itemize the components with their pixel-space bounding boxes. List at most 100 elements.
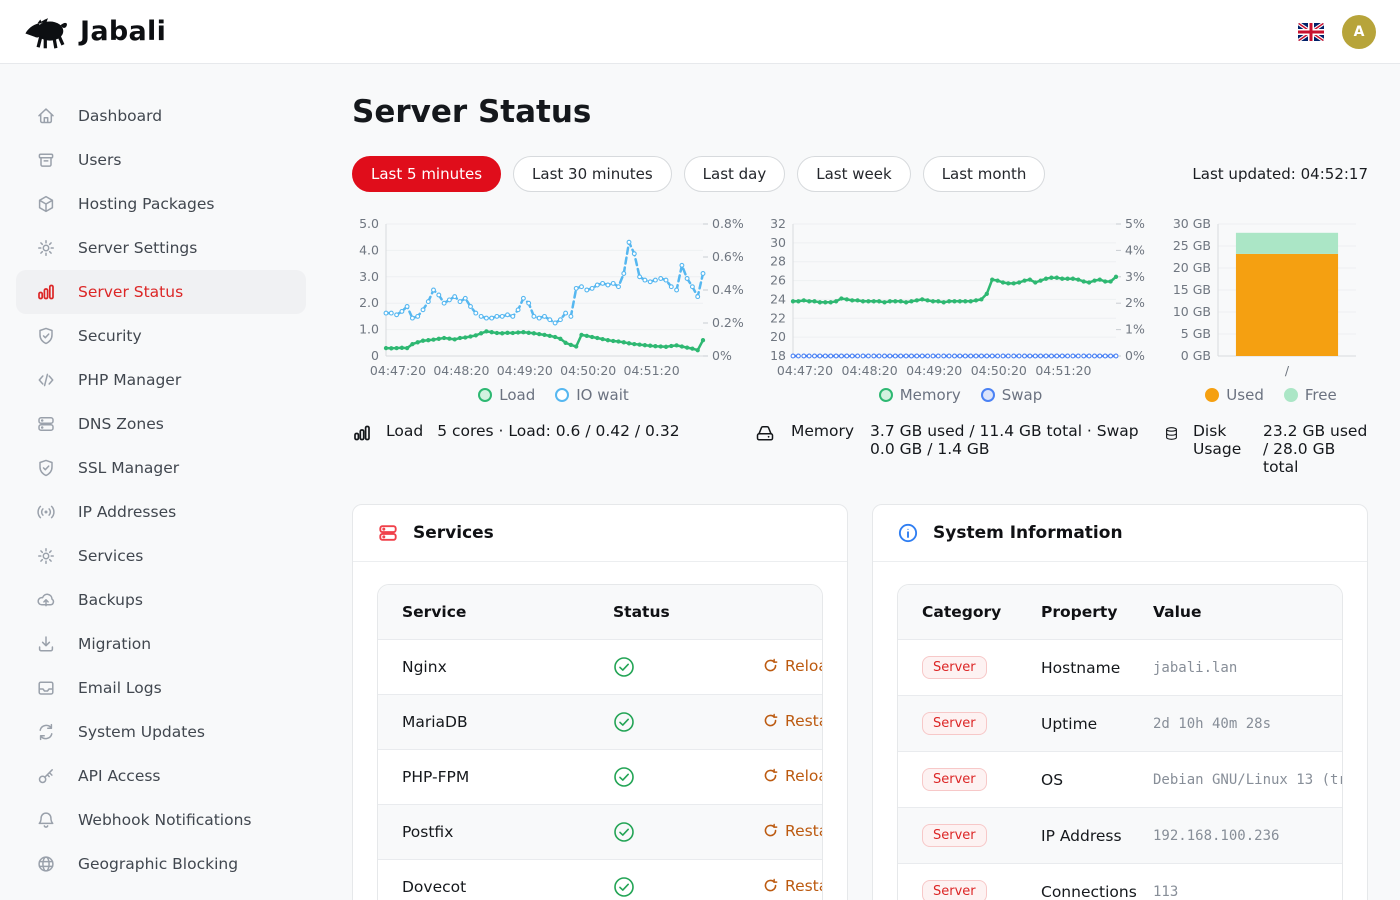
brand-name: Jabali — [80, 16, 166, 47]
main-content: Server Status Last 5 minutes Last 30 min… — [322, 64, 1400, 900]
svg-text:20 GB: 20 GB — [1173, 260, 1211, 275]
sysinfo-value: jabali.lan — [1153, 660, 1342, 676]
sidebar-item-label: Geographic Blocking — [78, 855, 238, 873]
service-status-ok-icon — [589, 860, 739, 900]
sidebar-item-label: Server Status — [78, 283, 183, 301]
user-avatar[interactable]: A — [1342, 15, 1376, 49]
service-name: Dovecot — [378, 860, 589, 900]
load-chart: 01.02.03.04.05.00%0.2%0.4%0.6%0.8%04:47:… — [352, 214, 755, 406]
filter-last-week[interactable]: Last week — [797, 156, 910, 192]
sysinfo-value: 192.168.100.236 — [1153, 828, 1342, 844]
sidebar-item-server-status[interactable]: Server Status — [16, 270, 306, 314]
service-name: PHP-FPM — [378, 750, 589, 805]
svg-text:1.0: 1.0 — [359, 322, 379, 337]
language-flag-uk-icon[interactable] — [1298, 23, 1324, 41]
home-icon — [36, 106, 56, 126]
sysinfo-property: Uptime — [1017, 696, 1129, 752]
legend-dot — [981, 388, 995, 402]
sidebar-item-ssl-manager[interactable]: SSL Manager — [16, 446, 306, 490]
disk-chart: 0 GB5 GB10 GB15 GB20 GB25 GB30 GB/ UsedF… — [1172, 214, 1370, 406]
memory-stat: Memory 3.7 GB used / 11.4 GB total · Swa… — [755, 422, 1158, 476]
sidebar-item-hosting-packages[interactable]: Hosting Packages — [16, 182, 306, 226]
sidebar-item-dashboard[interactable]: Dashboard — [16, 94, 306, 138]
restart-postfix-link[interactable]: Restart — [763, 822, 823, 840]
sidebar-item-label: Backups — [78, 591, 143, 609]
sysinfo-property: IP Address — [1017, 808, 1129, 864]
sidebar-item-label: Security — [78, 327, 142, 345]
sidebar-item-system-updates[interactable]: System Updates — [16, 710, 306, 754]
filter-last-30-minutes[interactable]: Last 30 minutes — [513, 156, 672, 192]
sidebar-item-services[interactable]: Services — [16, 534, 306, 578]
server-stack-icon — [36, 414, 56, 434]
sidebar-item-migration[interactable]: Migration — [16, 622, 306, 666]
svg-text:04:49:20: 04:49:20 — [906, 363, 962, 378]
legend-item-load: Load — [478, 384, 535, 406]
service-name: MariaDB — [378, 695, 589, 750]
svg-text:0.4%: 0.4% — [712, 282, 744, 297]
sidebar-item-dns-zones[interactable]: DNS Zones — [16, 402, 306, 446]
inbox-icon — [36, 678, 56, 698]
shield-check-icon — [36, 326, 56, 346]
brand[interactable]: Jabali — [24, 14, 166, 50]
gear-icon — [36, 238, 56, 258]
hard-drive-icon — [755, 423, 775, 443]
svg-text:0.2%: 0.2% — [712, 315, 744, 330]
boar-logo-icon — [24, 14, 70, 50]
filter-last-month[interactable]: Last month — [923, 156, 1046, 192]
filter-last-day[interactable]: Last day — [684, 156, 786, 192]
sidebar-item-api-access[interactable]: API Access — [16, 754, 306, 798]
svg-text:04:50:20: 04:50:20 — [560, 363, 616, 378]
svg-text:0: 0 — [371, 348, 379, 363]
services-card: Services Service Status — [352, 504, 848, 900]
svg-text:3%: 3% — [1125, 269, 1145, 284]
category-badge: Server — [922, 768, 987, 791]
memory-chart: 18202224262830320%1%2%3%4%5%04:47:2004:4… — [759, 214, 1162, 406]
sidebar-item-ip-addresses[interactable]: IP Addresses — [16, 490, 306, 534]
page-title: Server Status — [352, 94, 1368, 130]
svg-text:20: 20 — [770, 329, 786, 344]
sidebar-item-backups[interactable]: Backups — [16, 578, 306, 622]
sysinfo-row-uptime: ServerUptime2d 10h 40m 28s — [898, 696, 1342, 752]
disk-chart-legend: Used Free — [1205, 384, 1336, 406]
sidebar-item-geographic-blocking[interactable]: Geographic Blocking — [16, 842, 306, 886]
col-status: Status — [589, 585, 739, 640]
legend-dot — [555, 388, 569, 402]
sysinfo-table-header: Category Property Value — [898, 585, 1342, 640]
reload-php-fpm-link[interactable]: Reload — [763, 767, 823, 785]
svg-text:5.0: 5.0 — [359, 216, 379, 231]
filter-last-5-minutes[interactable]: Last 5 minutes — [352, 156, 501, 192]
sidebar-item-server-settings[interactable]: Server Settings — [16, 226, 306, 270]
service-name: Nginx — [378, 640, 589, 695]
load-chart-svg: 01.02.03.04.05.00%0.2%0.4%0.6%0.8%04:47:… — [352, 214, 755, 382]
legend-item-used: Used — [1205, 384, 1264, 406]
legend-dot — [1284, 388, 1298, 402]
services-card-title: Services — [413, 523, 494, 543]
category-badge: Server — [922, 824, 987, 847]
memory-stat-label: Memory — [791, 422, 854, 440]
service-row-php-fpm: PHP-FPM Reload — [378, 750, 822, 805]
reload-nginx-link[interactable]: Reload — [763, 657, 823, 675]
sidebar-item-users[interactable]: Users — [16, 138, 306, 182]
sidebar-item-security[interactable]: Security — [16, 314, 306, 358]
sidebar-item-label: Hosting Packages — [78, 195, 215, 213]
key-icon — [36, 766, 56, 786]
disk-chart-svg: 0 GB5 GB10 GB15 GB20 GB25 GB30 GB/ — [1172, 214, 1370, 382]
sidebar-item-php-manager[interactable]: PHP Manager — [16, 358, 306, 402]
restart-dovecot-link[interactable]: Restart — [763, 877, 823, 895]
service-status-ok-icon — [589, 640, 739, 695]
memory-stat-value: 3.7 GB used / 11.4 GB total · Swap 0.0 G… — [870, 422, 1158, 458]
sidebar-item-email-logs[interactable]: Email Logs — [16, 666, 306, 710]
system-information-card: System Information Category Property Val… — [872, 504, 1368, 900]
load-stat-label: Load — [386, 422, 423, 440]
category-badge: Server — [922, 712, 987, 735]
sidebar-item-webhook-notifications[interactable]: Webhook Notifications — [16, 798, 306, 842]
legend-item-memory: Memory — [879, 384, 961, 406]
service-name: Postfix — [378, 805, 589, 860]
svg-text:04:51:20: 04:51:20 — [1035, 363, 1091, 378]
svg-text:15 GB: 15 GB — [1173, 282, 1211, 297]
restart-mariadb-link[interactable]: Restart — [763, 712, 823, 730]
svg-text:22: 22 — [770, 310, 786, 325]
stats-row: Load 5 cores · Load: 0.6 / 0.42 / 0.32 M… — [352, 422, 1368, 476]
legend-item-free: Free — [1284, 384, 1337, 406]
time-range-filters: Last 5 minutes Last 30 minutes Last day … — [352, 156, 1368, 192]
